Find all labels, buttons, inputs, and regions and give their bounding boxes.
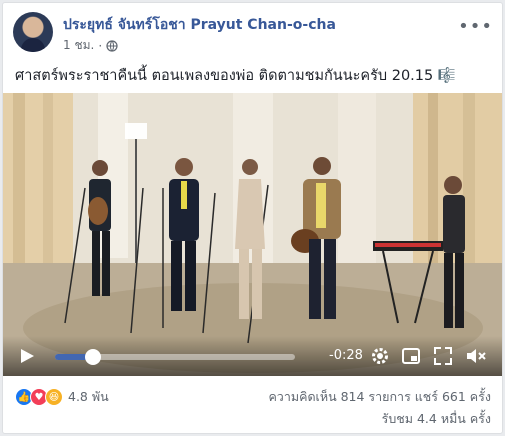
play-icon[interactable] [19, 348, 35, 364]
post-meta: 1 ชม. · [63, 36, 118, 55]
progress-bar[interactable] [55, 349, 295, 365]
fullscreen-icon[interactable] [433, 346, 453, 366]
more-horizontal-icon[interactable]: ••• [458, 16, 493, 37]
author-name[interactable]: ประยุทธ์ จันทร์โอชา Prayut Chan-o-cha [63, 14, 336, 36]
reactions-summary[interactable]: 👍 ♥ 😆 4.8 พัน [15, 387, 109, 407]
post-timestamp[interactable]: 1 ชม. [63, 36, 94, 55]
post-header: ประยุทธ์ จันทร์โอชา Prayut Chan-o-cha 1 … [13, 12, 493, 57]
comments-shares-count[interactable]: ความคิดเห็น 814 รายการ แชร์ 661 ครั้ง [268, 387, 491, 407]
video-player[interactable]: -0:28 [3, 93, 502, 376]
video-controls: -0:28 [3, 336, 502, 376]
reaction-count: 4.8 พัน [68, 389, 109, 404]
meta-separator: · [98, 38, 103, 53]
post-card: ประยุทธ์ จันทร์โอชา Prayut Chan-o-cha 1 … [2, 2, 503, 434]
volume-muted-icon[interactable] [465, 346, 487, 366]
post-footer: 👍 ♥ 😆 4.8 พัน ความคิดเห็น 814 รายการ แชร… [15, 387, 491, 427]
post-message: ศาสตร์พระราชาคืนนี้ ตอนเพลงของพ่อ ติดตาม… [15, 68, 456, 84]
views-count: รับชม 4.4 หมื่น ครั้ง [381, 411, 491, 426]
progress-handle[interactable] [85, 349, 102, 365]
video-frame [3, 93, 502, 376]
settings-icon[interactable] [370, 346, 390, 366]
avatar[interactable] [13, 12, 53, 52]
globe-icon[interactable] [106, 39, 118, 52]
haha-icon: 😆 [45, 388, 63, 406]
pip-icon[interactable] [401, 346, 421, 366]
time-remaining: -0:28 [329, 348, 363, 363]
